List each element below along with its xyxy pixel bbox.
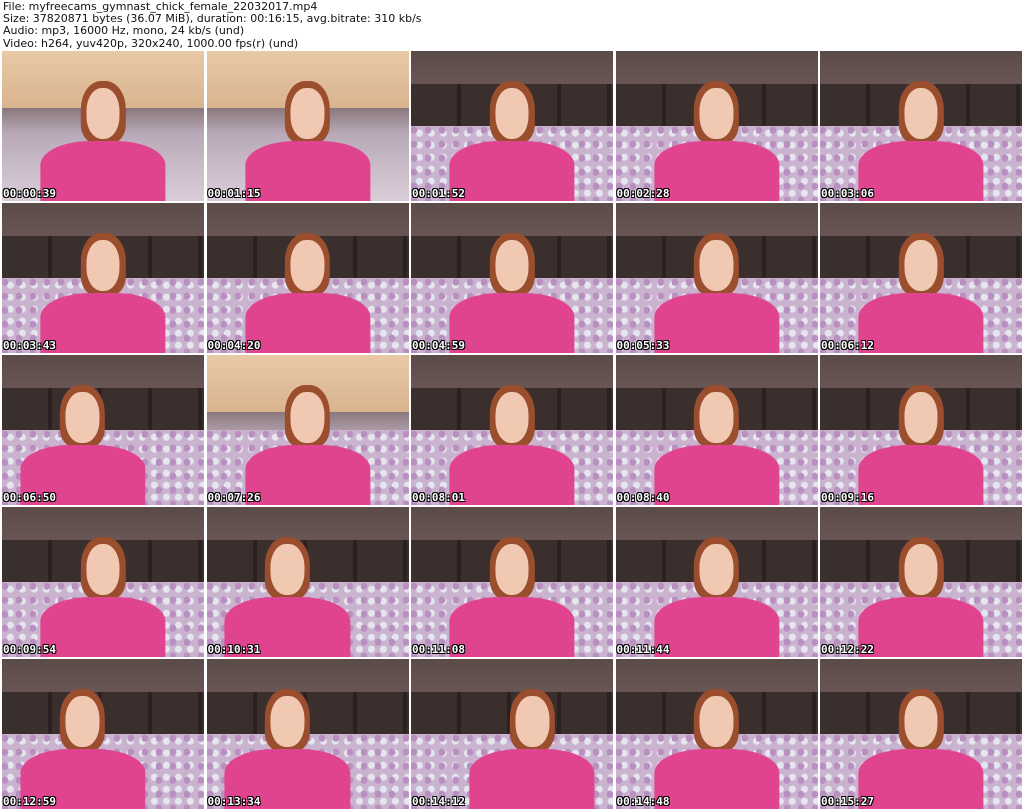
thumbnail: 00:15:27 [820, 659, 1022, 809]
thumbnail-timestamp: 00:09:54 [3, 643, 56, 656]
thumbnail-grid: 00:00:39 00:01:15 00:01:52 00:02:28 00:0… [2, 51, 1022, 809]
thumbnail-timestamp: 00:09:16 [821, 491, 874, 504]
thumbnail: 00:04:59 [411, 203, 613, 353]
thumbnail: 00:12:59 [2, 659, 204, 809]
thumbnail-timestamp: 00:07:26 [207, 491, 261, 504]
thumbnail-timestamp: 00:03:06 [821, 187, 874, 200]
audio-info-line: Audio: mp3, 16000 Hz, mono, 24 kb/s (und… [3, 24, 245, 38]
thumbnail: 00:08:01 [411, 355, 613, 505]
file-info-header: File: myfreecams_gymnast_chick_female_22… [3, 0, 422, 50]
thumbnail: 00:09:54 [2, 507, 204, 657]
thumbnail: 00:09:16 [820, 355, 1022, 505]
thumbnail: 00:01:15 [206, 51, 409, 201]
video-info-line: Video: h264, yuv420p, 320x240, 1000.00 f… [3, 36, 299, 50]
thumbnail-timestamp: 00:15:27 [821, 795, 874, 808]
thumbnail-timestamp: 00:14:12 [412, 795, 465, 808]
thumbnail: 00:01:52 [411, 51, 613, 201]
thumbnail: 00:04:20 [206, 203, 409, 353]
thumbnail-timestamp: 00:03:43 [3, 339, 56, 352]
thumbnail: 00:00:39 [2, 51, 204, 201]
thumbnail-timestamp: 00:14:48 [616, 795, 670, 808]
thumbnail: 00:07:26 [206, 355, 409, 505]
thumbnail-timestamp: 00:12:22 [821, 643, 874, 656]
thumbnail: 00:11:08 [411, 507, 613, 657]
thumbnail: 00:05:33 [615, 203, 818, 353]
thumbnail-timestamp: 00:08:40 [616, 491, 670, 504]
thumbnail: 00:13:34 [206, 659, 409, 809]
thumbnail-timestamp: 00:01:52 [412, 187, 465, 200]
thumbnail-timestamp: 00:00:39 [3, 187, 56, 200]
thumbnail-timestamp: 00:06:50 [3, 491, 56, 504]
thumbnail: 00:14:48 [615, 659, 818, 809]
thumbnail: 00:10:31 [206, 507, 409, 657]
thumbnail: 00:14:12 [411, 659, 613, 809]
thumbnail-timestamp: 00:01:15 [207, 187, 261, 200]
thumbnail-timestamp: 00:08:01 [412, 491, 465, 504]
thumbnail: 00:08:40 [615, 355, 818, 505]
thumbnail-timestamp: 00:06:12 [821, 339, 874, 352]
thumbnail: 00:06:12 [820, 203, 1022, 353]
thumbnail-timestamp: 00:04:59 [412, 339, 465, 352]
thumbnail-timestamp: 00:11:44 [616, 643, 670, 656]
thumbnail-timestamp: 00:10:31 [207, 643, 261, 656]
thumbnail-timestamp: 00:05:33 [616, 339, 670, 352]
thumbnail-timestamp: 00:13:34 [207, 795, 261, 808]
thumbnail: 00:06:50 [2, 355, 204, 505]
thumbnail: 00:03:06 [820, 51, 1022, 201]
thumbnail-timestamp: 00:04:20 [207, 339, 261, 352]
thumbnail: 00:11:44 [615, 507, 818, 657]
thumbnail: 00:03:43 [2, 203, 204, 353]
thumbnail-timestamp: 00:12:59 [3, 795, 56, 808]
thumbnail: 00:02:28 [615, 51, 818, 201]
thumbnail-timestamp: 00:11:08 [412, 643, 465, 656]
thumbnail: 00:12:22 [820, 507, 1022, 657]
thumbnail-timestamp: 00:02:28 [616, 187, 670, 200]
